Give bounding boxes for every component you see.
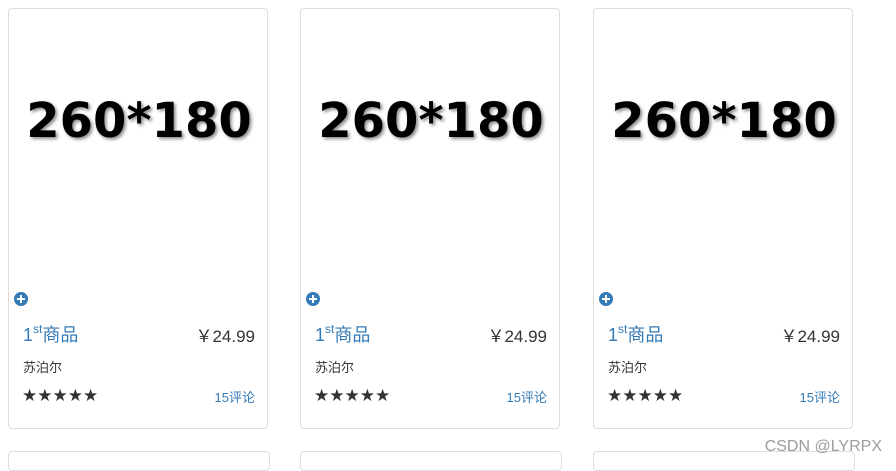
product-price: ￥24.99 [487,327,547,346]
product-card: 260*180 1st商品 ￥24.99 苏泊尔 ★★★★★ 15评论 [300,8,560,429]
product-name: 商品 [627,325,664,345]
product-rank-suffix: st [33,322,43,336]
reviews-link[interactable]: 15评论 [800,389,840,407]
product-seller: 苏泊尔 [23,360,63,375]
product-seller: 苏泊尔 [608,360,648,375]
star-rating: ★★★★★ [607,386,684,405]
product-title-link[interactable]: 1st商品 [315,323,370,347]
product-rank-suffix: st [618,322,628,336]
star-rating: ★★★★★ [22,386,99,405]
plus-circle-icon[interactable] [599,292,613,306]
reviews-link[interactable]: 15评论 [507,389,547,407]
product-rank: 1 [315,325,326,345]
plus-circle-icon[interactable] [14,292,28,306]
reviews-link[interactable]: 15评论 [215,389,255,407]
product-image-placeholder: 260*180 [26,93,252,149]
product-rank: 1 [23,325,34,345]
product-card: 260*180 1st商品 ￥24.99 苏泊尔 ★★★★★ 15评论 [593,8,853,429]
product-card-next-row [8,451,270,471]
product-rank: 1 [608,325,619,345]
plus-circle-icon[interactable] [306,292,320,306]
star-rating: ★★★★★ [314,386,391,405]
product-price: ￥24.99 [780,327,840,346]
product-image-placeholder: 260*180 [318,93,544,149]
product-card-next-row [300,451,562,471]
product-title-link[interactable]: 1st商品 [23,323,78,347]
product-rank-suffix: st [325,322,335,336]
product-image-placeholder: 260*180 [611,93,837,149]
watermark: CSDN @LYRPX [764,438,882,455]
product-name: 商品 [42,325,79,345]
product-price: ￥24.99 [195,327,255,346]
product-name: 商品 [334,325,371,345]
product-title-link[interactable]: 1st商品 [608,323,663,347]
product-seller: 苏泊尔 [315,360,355,375]
product-card: 260*180 1st商品 ￥24.99 苏泊尔 ★★★★★ 15评论 [8,8,268,429]
